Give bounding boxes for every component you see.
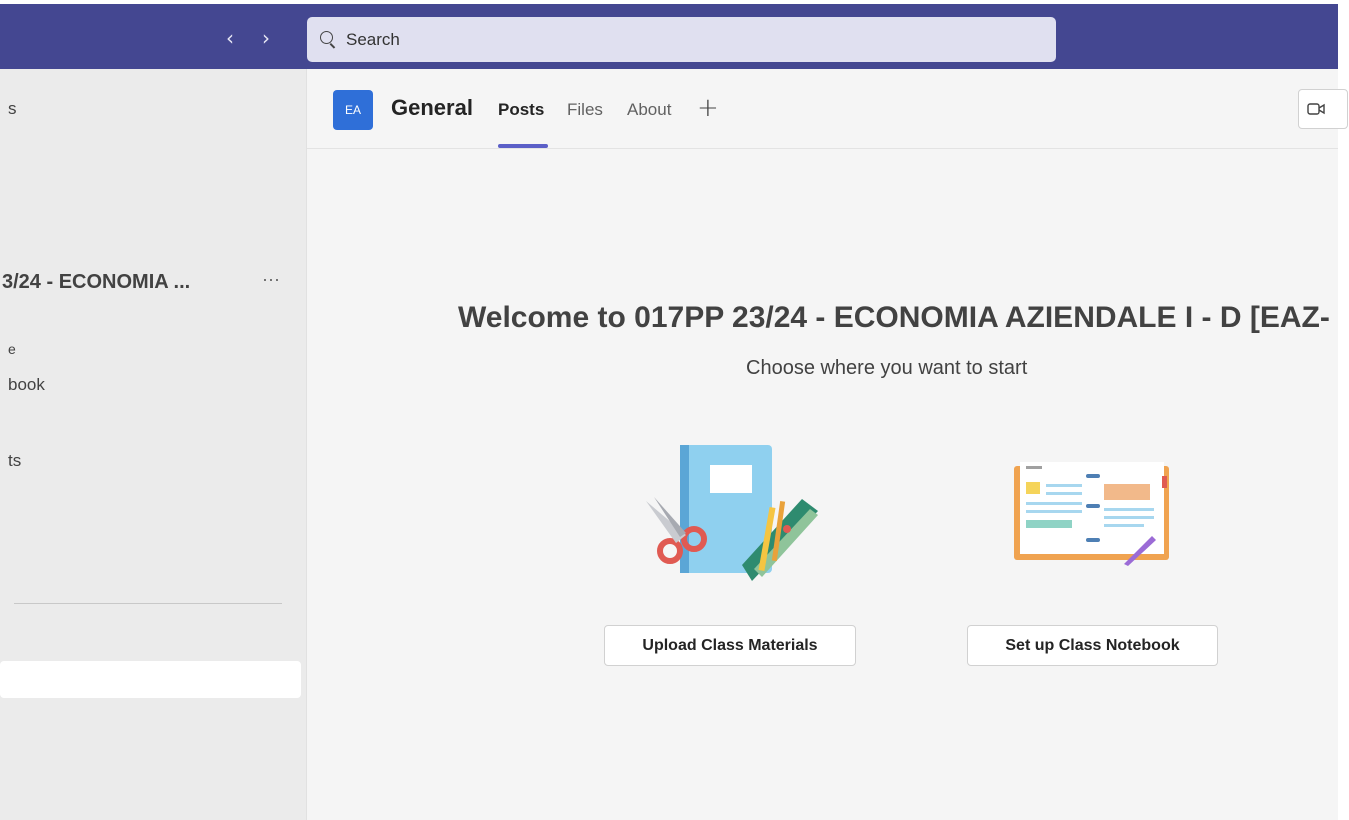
- class-notebook-illustration: [1014, 462, 1169, 566]
- channel-main: EA General Posts Files About + Welcome t…: [307, 69, 1348, 820]
- channel-title: General: [391, 95, 473, 120]
- sidebar-item-selected[interactable]: [0, 661, 301, 698]
- search-icon: [318, 29, 340, 51]
- notebook-illustration: [646, 445, 818, 581]
- welcome-title: Welcome to 017PP 23/24 - ECONOMIA AZIEND…: [458, 301, 1330, 334]
- sidebar-item-partial[interactable]: s: [8, 99, 17, 119]
- team-avatar: EA: [333, 90, 373, 130]
- meet-button[interactable]: [1298, 89, 1348, 129]
- chevron-left-icon[interactable]: ‹: [220, 28, 240, 48]
- tab-files[interactable]: Files: [567, 100, 603, 120]
- sidebar-item-assignments[interactable]: ts: [8, 451, 21, 471]
- teams-sidebar: s 3/24 - ECONOMIA ... ··· e book ts: [0, 69, 307, 820]
- upload-class-materials-button[interactable]: Upload Class Materials: [604, 625, 856, 666]
- tab-about[interactable]: About: [627, 100, 671, 120]
- channel-header: EA General Posts Files About +: [307, 69, 1348, 149]
- team-name[interactable]: 3/24 - ECONOMIA ...: [2, 271, 190, 294]
- tab-posts[interactable]: Posts: [498, 100, 544, 120]
- add-icon[interactable]: +: [697, 93, 719, 123]
- more-icon[interactable]: ···: [262, 269, 280, 290]
- search-placeholder: Search: [346, 29, 400, 49]
- active-tab-indicator: [498, 144, 548, 148]
- app-title-bar: ‹ › Search: [0, 4, 1338, 69]
- sidebar-item-partial[interactable]: e: [8, 341, 16, 357]
- search-input[interactable]: Search: [307, 17, 1056, 62]
- sidebar-item-class-notebook[interactable]: book: [8, 375, 45, 395]
- sidebar-divider: [14, 603, 282, 604]
- chevron-right-icon[interactable]: ›: [256, 28, 276, 48]
- welcome-subtitle: Choose where you want to start: [746, 357, 1028, 379]
- set-up-class-notebook-button[interactable]: Set up Class Notebook: [967, 625, 1218, 666]
- video-icon: [1307, 103, 1325, 115]
